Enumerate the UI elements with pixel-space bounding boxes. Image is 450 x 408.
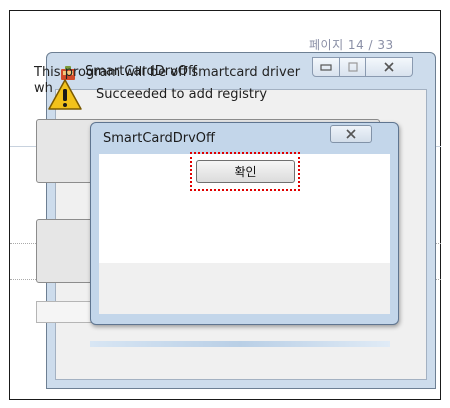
document-rule bbox=[10, 146, 36, 147]
dialog-close-button[interactable] bbox=[330, 125, 372, 143]
document-dotted-guide bbox=[10, 243, 36, 244]
ok-button[interactable]: 확인 bbox=[196, 160, 295, 183]
close-icon bbox=[384, 62, 394, 72]
dialog-title: SmartCardDrvOff bbox=[103, 131, 215, 146]
taskbar-strip bbox=[90, 341, 390, 347]
document-dotted-guide bbox=[10, 279, 36, 280]
warning-icon bbox=[48, 79, 82, 110]
document-page-indicator: 페이지 14 / 33 bbox=[309, 38, 394, 52]
dialog-footer bbox=[99, 263, 390, 314]
screenshot-frame: 페이지 14 / 33 SmartCardDrvOff This program… bbox=[9, 10, 441, 400]
dialog-message: Succeeded to add registry bbox=[96, 87, 268, 102]
program-description: This program will be off smartcard drive… bbox=[34, 65, 301, 80]
close-icon bbox=[346, 129, 356, 139]
